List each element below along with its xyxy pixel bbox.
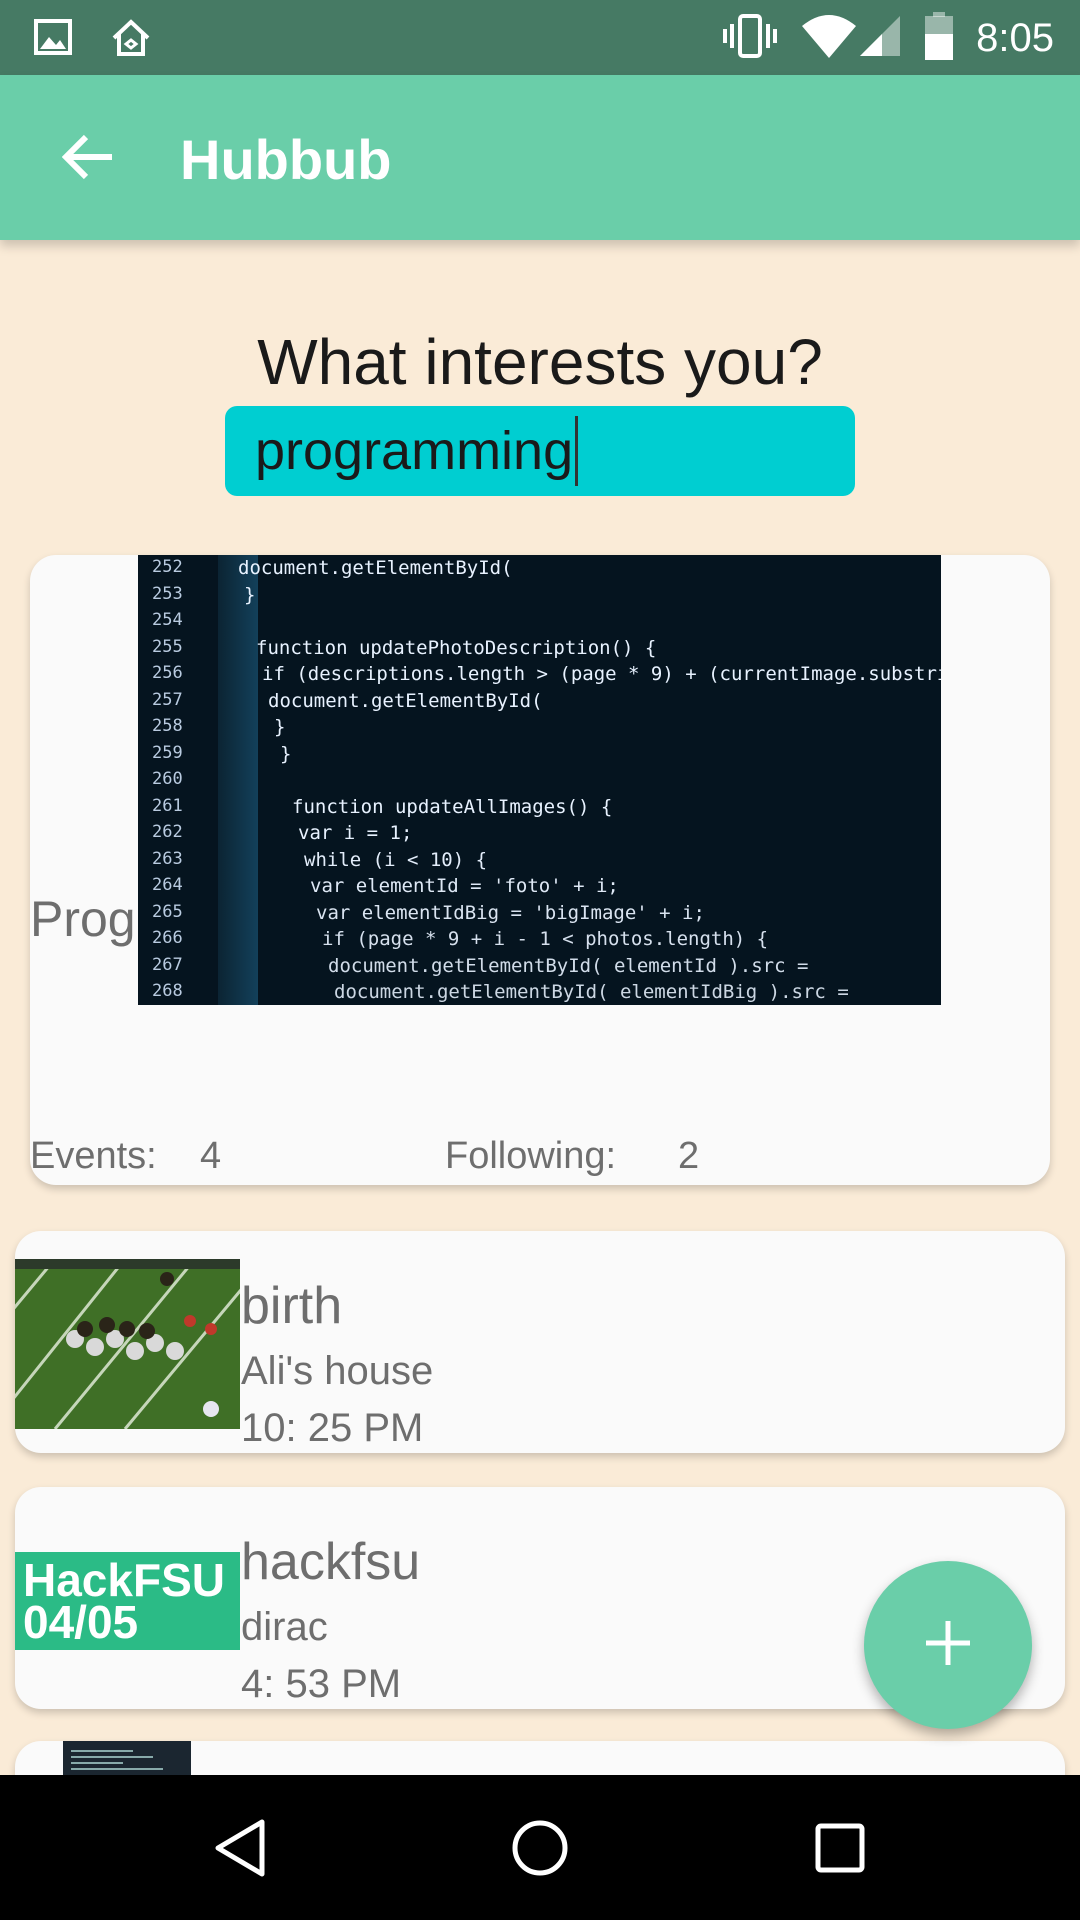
status-bar: 8:05: [0, 0, 1080, 75]
code-line-number: 253: [152, 583, 183, 604]
hackfsu-logo-thumbnail: HackFSU 04/05: [15, 1552, 240, 1650]
code-line: document.getElementById(: [238, 557, 513, 579]
code-line-number: 265: [152, 901, 183, 922]
code-line-number: 262: [152, 822, 183, 842]
code-line-number: 264: [152, 875, 183, 895]
code-line-number: 268: [152, 981, 183, 1001]
app-bar: Hubbub: [0, 75, 1080, 240]
status-time: 8:05: [976, 15, 1054, 60]
code-line: function updateAllImages() {: [292, 795, 613, 818]
back-triangle-icon: [212, 1818, 268, 1883]
recents-square-icon: [814, 1822, 866, 1879]
plus-icon: [924, 1619, 972, 1672]
code-line-number: 260: [152, 769, 183, 789]
code-line-number: 255: [152, 636, 183, 657]
event-title: hackfsu: [241, 1533, 421, 1591]
image-icon: [34, 18, 72, 63]
vibrate-icon: [722, 13, 778, 63]
wifi-icon: [800, 14, 858, 63]
events-count: 4: [200, 1135, 222, 1177]
code-line: while (i < 10) {: [304, 848, 488, 871]
topic-card[interactable]: Programming 2522532542552562572582592602…: [30, 555, 1050, 1185]
code-line: document.getElementById( elementId ).src…: [328, 954, 809, 977]
code-line: if (descriptions.length > (page * 9) + (…: [262, 663, 941, 685]
code-line: document.getElementById( elementIdBig ).…: [334, 981, 849, 1003]
event-title: birth: [241, 1277, 343, 1335]
hackfsu-logo-date: 04/05: [23, 1596, 139, 1648]
code-line-number: 267: [152, 954, 183, 975]
nav-home-button[interactable]: [495, 1805, 585, 1895]
event-card[interactable]: birth Ali's house 10: 25 PM: [15, 1231, 1065, 1453]
code-line-number: 266: [152, 928, 183, 948]
nav-recents-button[interactable]: [795, 1805, 885, 1895]
add-event-button[interactable]: [864, 1561, 1032, 1729]
code-line: }: [244, 583, 256, 606]
code-line: var elementId = 'foto' + i;: [310, 875, 619, 897]
following-count: 2: [678, 1135, 700, 1177]
code-line-number: 261: [152, 795, 183, 816]
football-field-image: [15, 1258, 252, 1430]
interest-prompt: What interests you?: [257, 326, 823, 398]
code-line: var elementIdBig = 'bigImage' + i;: [316, 901, 705, 924]
signal-icon: [858, 14, 902, 63]
hackfsu-logo-text: HackFSU: [23, 1554, 225, 1606]
event-thumbnail: [15, 1258, 252, 1430]
code-line-number: 259: [152, 742, 183, 763]
code-line: }: [274, 716, 286, 738]
event-location: Ali's house: [241, 1349, 434, 1393]
following-label: Following:: [445, 1135, 617, 1177]
back-button[interactable]: [48, 119, 128, 199]
code-line-number: 252: [152, 557, 183, 577]
code-line-number: 256: [152, 663, 183, 683]
code-gutter: [218, 555, 258, 1005]
event-location: dirac: [241, 1605, 328, 1649]
interest-search-input[interactable]: programming: [255, 420, 573, 482]
event-time: 4: 53 PM: [241, 1662, 402, 1706]
code-line-number: 257: [152, 689, 183, 710]
code-line: function updatePhotoDescription() {: [256, 636, 657, 659]
home-circle-icon: [511, 1819, 569, 1882]
home-icon: [110, 18, 152, 63]
navigation-bar: [0, 1775, 1080, 1920]
app-title: Hubbub: [180, 128, 392, 191]
interest-search-box[interactable]: programming: [225, 406, 855, 496]
nav-back-button[interactable]: [195, 1805, 285, 1895]
event-time: 10: 25 PM: [241, 1406, 424, 1450]
code-line-number: 254: [152, 610, 183, 630]
events-label: Events:: [30, 1135, 157, 1177]
topic-image: 252 253 254 255 256 257 258 259 260 261 262 263 264 2…: [138, 555, 941, 1005]
code-line: }: [280, 742, 292, 765]
code-line: document.getElementById(: [268, 689, 543, 712]
code-line: var i = 1;: [298, 822, 413, 844]
code-line: if (page * 9 + i - 1 < photos.length) {: [322, 928, 769, 950]
code-line-number: 263: [152, 848, 183, 869]
text-caret: [575, 416, 579, 486]
code-line-number: 258: [152, 716, 183, 736]
battery-icon: [924, 11, 954, 65]
arrow-left-icon: [61, 133, 114, 186]
